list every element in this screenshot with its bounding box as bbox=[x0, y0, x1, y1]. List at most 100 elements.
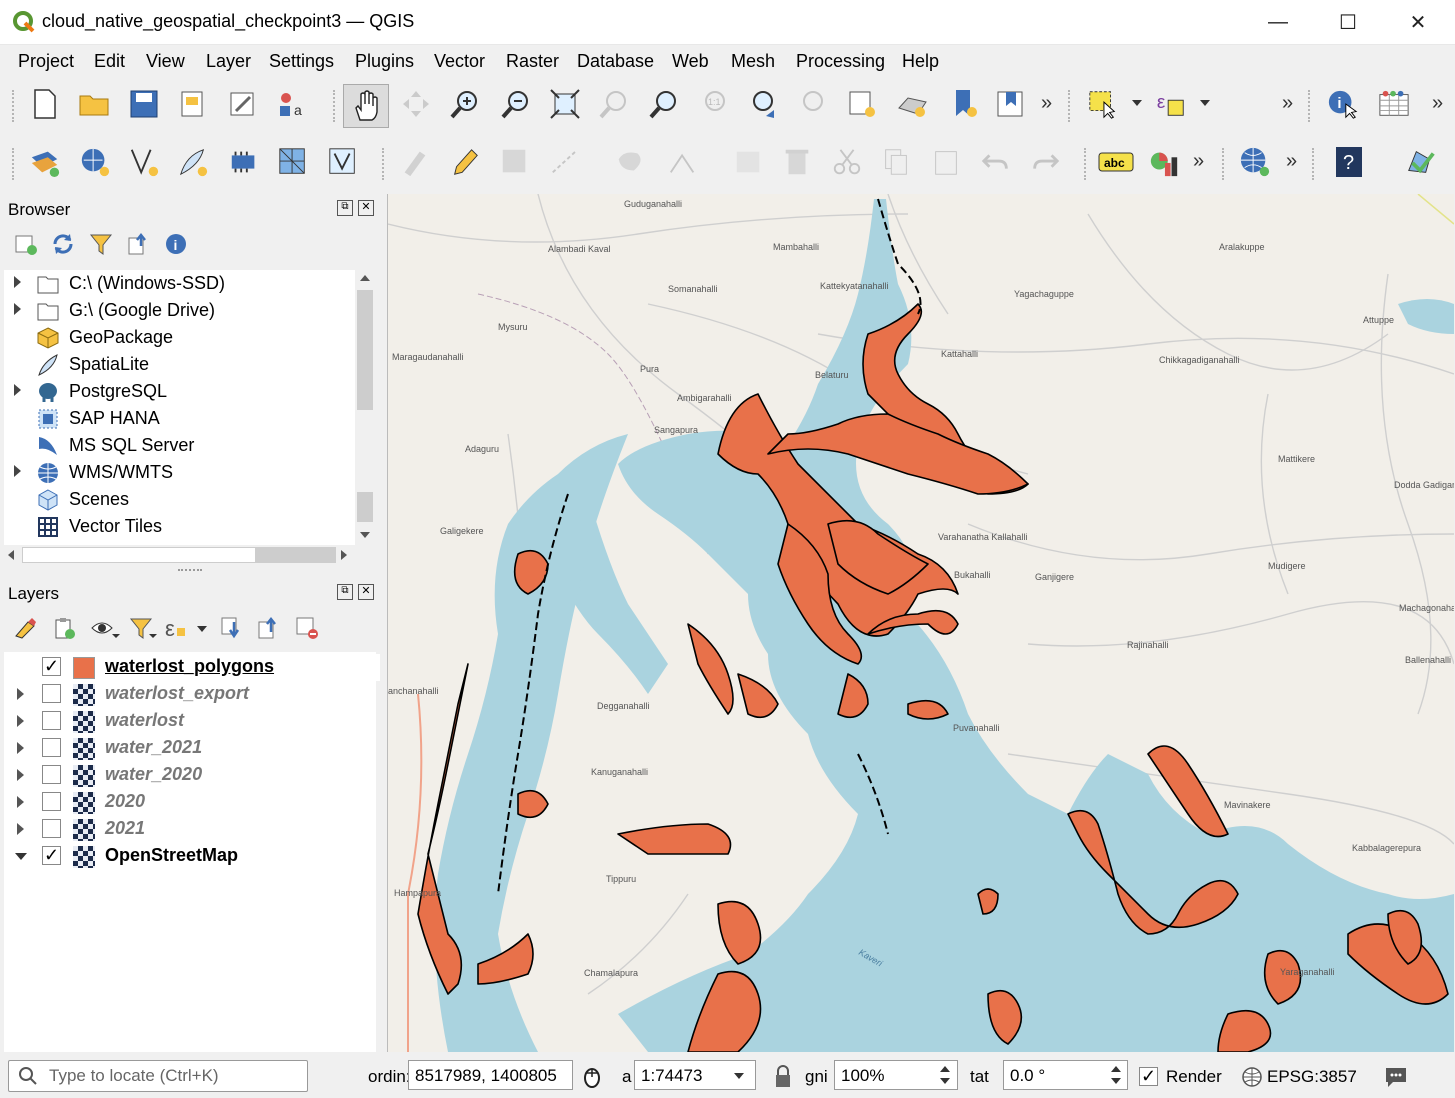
rotation-spinbox[interactable]: 0.0 ° bbox=[1003, 1060, 1128, 1090]
new-spatial-bookmark-icon[interactable] bbox=[948, 88, 980, 120]
panel-splitter-handle[interactable] bbox=[178, 569, 202, 573]
new-print-layout-icon[interactable] bbox=[177, 88, 209, 120]
new-shapefile-layer-icon[interactable] bbox=[128, 146, 160, 178]
layer-visibility-checkbox[interactable] bbox=[42, 738, 61, 757]
browser-item[interactable]: GeoPackage bbox=[4, 324, 355, 351]
browser-vertical-scrollbar[interactable] bbox=[355, 270, 375, 545]
new-mesh-layer-icon[interactable] bbox=[277, 146, 309, 178]
layer-row[interactable]: 2020 bbox=[4, 789, 380, 816]
close-button[interactable]: ✕ bbox=[1383, 0, 1453, 44]
save-project-icon[interactable] bbox=[128, 88, 160, 120]
toolbar-grip[interactable] bbox=[12, 90, 18, 122]
menu-settings[interactable]: Settings bbox=[269, 51, 334, 72]
spin-down-icon[interactable] bbox=[940, 1078, 950, 1084]
new-map-view-icon[interactable] bbox=[846, 88, 878, 120]
filter-legend-icon[interactable] bbox=[129, 616, 157, 640]
zoom-to-layer-icon[interactable] bbox=[648, 88, 680, 120]
zoom-native-resolution-icon[interactable]: 1:1 bbox=[697, 88, 729, 120]
expand-arrow-icon[interactable] bbox=[17, 715, 24, 727]
scrollbar-thumb-lower[interactable] bbox=[357, 492, 373, 522]
crs-label[interactable]: EPSG:3857 bbox=[1267, 1067, 1357, 1087]
magnifier-spinbox[interactable]: 100% bbox=[834, 1060, 958, 1090]
layer-row[interactable]: water_2020 bbox=[4, 762, 380, 789]
plugin-geometry-checker-icon[interactable] bbox=[1405, 146, 1437, 178]
menu-project[interactable]: Project bbox=[18, 51, 74, 72]
spin-up-icon[interactable] bbox=[1111, 1066, 1121, 1072]
select-features-icon[interactable] bbox=[1087, 88, 1119, 120]
toolbar-grip[interactable] bbox=[382, 148, 388, 180]
zoom-in-icon[interactable] bbox=[449, 88, 481, 120]
expand-arrow-icon[interactable] bbox=[17, 688, 24, 700]
collapse-arrow-icon[interactable] bbox=[15, 853, 27, 860]
layer-visibility-checkbox[interactable] bbox=[42, 765, 61, 784]
layout-manager-icon[interactable] bbox=[227, 88, 259, 120]
layer-visibility-checkbox[interactable]: ✓ bbox=[42, 846, 61, 865]
vertex-tool-icon[interactable] bbox=[667, 146, 699, 178]
browser-item[interactable]: C:\ (Windows-SSD) bbox=[4, 270, 355, 297]
open-layer-styling-icon[interactable] bbox=[14, 616, 38, 640]
zoom-to-selection-icon[interactable] bbox=[598, 88, 630, 120]
add-selected-layers-icon[interactable] bbox=[14, 232, 38, 256]
expand-arrow-icon[interactable] bbox=[17, 823, 24, 835]
maximize-button[interactable]: ☐ bbox=[1313, 0, 1383, 44]
manage-map-themes-icon[interactable] bbox=[90, 616, 120, 640]
toolbar-overflow-icon[interactable]: » bbox=[1282, 92, 1293, 115]
digitize-line-icon[interactable] bbox=[549, 146, 581, 178]
layer-row[interactable]: 2021 bbox=[4, 816, 380, 843]
menu-mesh[interactable]: Mesh bbox=[731, 51, 775, 72]
refresh-icon[interactable] bbox=[51, 232, 75, 256]
menu-vector[interactable]: Vector bbox=[434, 51, 485, 72]
select-by-expression-icon[interactable]: ε bbox=[1155, 88, 1187, 120]
menu-help[interactable]: Help bbox=[902, 51, 939, 72]
digitize-polygon-icon[interactable] bbox=[615, 146, 647, 178]
menu-layer[interactable]: Layer bbox=[206, 51, 251, 72]
layer-visibility-checkbox[interactable]: ✓ bbox=[42, 657, 61, 676]
new-project-icon[interactable] bbox=[29, 88, 61, 120]
current-edits-icon[interactable] bbox=[399, 146, 431, 178]
save-layer-edits-icon[interactable] bbox=[499, 146, 531, 178]
data-source-manager-icon[interactable] bbox=[29, 146, 61, 178]
layer-visibility-checkbox[interactable] bbox=[42, 792, 61, 811]
layer-visibility-checkbox[interactable] bbox=[42, 711, 61, 730]
new-3d-map-view-icon[interactable] bbox=[896, 88, 928, 120]
new-virtual-layer-icon[interactable] bbox=[228, 146, 260, 178]
layer-row[interactable]: waterlost bbox=[4, 708, 380, 735]
expand-arrow-icon[interactable] bbox=[14, 465, 21, 477]
toolbar-overflow-icon[interactable]: » bbox=[1193, 150, 1204, 173]
browser-item[interactable]: MS SQL Server bbox=[4, 432, 355, 459]
layer-row[interactable]: water_2021 bbox=[4, 735, 380, 762]
browser-horizontal-scrollbar[interactable] bbox=[4, 545, 355, 565]
close-panel-icon[interactable]: ✕ bbox=[358, 584, 374, 600]
browser-item[interactable]: Vector Tiles bbox=[4, 513, 355, 540]
layer-row[interactable]: waterlost_export bbox=[4, 681, 380, 708]
toolbar-overflow-icon[interactable]: » bbox=[1041, 92, 1052, 115]
expand-all-icon[interactable] bbox=[220, 616, 244, 640]
chevron-down-icon[interactable] bbox=[1132, 100, 1142, 106]
toolbar-grip[interactable] bbox=[1222, 148, 1228, 180]
toolbar-overflow-icon[interactable]: » bbox=[1286, 150, 1297, 173]
crs-globe-icon[interactable] bbox=[1241, 1066, 1263, 1088]
toolbar-overflow-icon[interactable]: » bbox=[1432, 92, 1443, 115]
minimize-button[interactable]: — bbox=[1243, 0, 1313, 44]
help-contents-icon[interactable]: ? bbox=[1333, 146, 1365, 178]
expand-arrow-icon[interactable] bbox=[17, 742, 24, 754]
toolbar-grip[interactable] bbox=[1308, 90, 1314, 122]
zoom-full-icon[interactable] bbox=[549, 88, 581, 120]
show-bookmarks-icon[interactable] bbox=[995, 88, 1027, 120]
lock-scale-icon[interactable] bbox=[773, 1065, 793, 1089]
toggle-editing-icon[interactable] bbox=[449, 146, 481, 178]
layer-visibility-checkbox[interactable] bbox=[42, 684, 61, 703]
locator-search-input[interactable]: Type to locate (Ctrl+K) bbox=[8, 1060, 308, 1092]
copy-features-icon[interactable] bbox=[880, 146, 912, 178]
zoom-next-icon[interactable] bbox=[797, 88, 829, 120]
browser-item[interactable]: WMS/WMTS bbox=[4, 459, 355, 486]
browser-item[interactable]: SAP HANA bbox=[4, 405, 355, 432]
browser-item[interactable]: SpatiaLite bbox=[4, 351, 355, 378]
add-group-icon[interactable] bbox=[52, 616, 76, 640]
collapse-all-icon[interactable] bbox=[127, 232, 151, 256]
toolbar-grip[interactable] bbox=[12, 148, 18, 180]
toolbar-grip[interactable] bbox=[1084, 148, 1090, 180]
scroll-left-icon[interactable] bbox=[8, 550, 14, 560]
expand-arrow-icon[interactable] bbox=[17, 769, 24, 781]
expand-arrow-icon[interactable] bbox=[17, 796, 24, 808]
